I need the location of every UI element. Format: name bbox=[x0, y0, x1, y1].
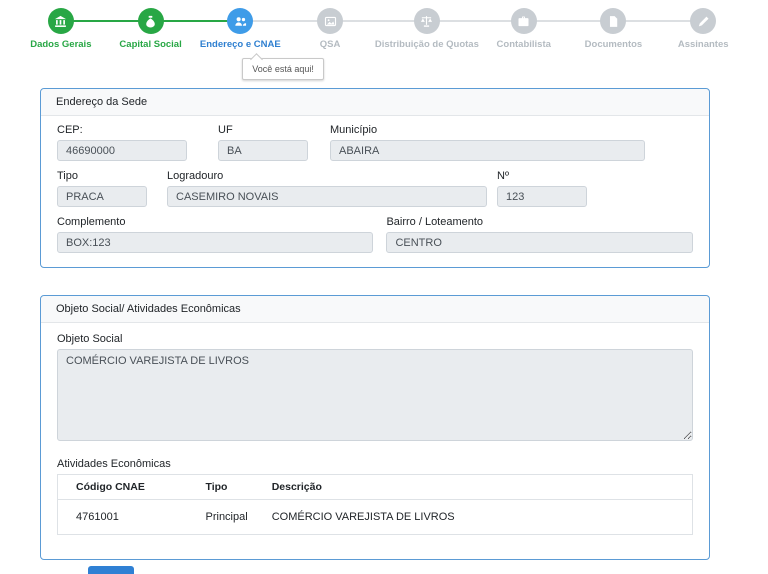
endereco-sede-panel: Endereço da Sede CEP: UF Município T bbox=[40, 88, 710, 268]
panel-title: Objeto Social/ Atividades Econômicas bbox=[41, 296, 709, 323]
step-assinantes[interactable]: Assinantes bbox=[658, 8, 748, 50]
cell-tipo: Principal bbox=[188, 500, 254, 535]
cep-label: CEP: bbox=[57, 124, 187, 136]
signature-icon bbox=[690, 8, 716, 34]
scale-icon bbox=[414, 8, 440, 34]
tipo-input[interactable] bbox=[57, 186, 147, 207]
atividades-label: Atividades Econômicas bbox=[57, 458, 693, 470]
users-icon bbox=[227, 8, 253, 34]
step-capital-social[interactable]: Capital Social bbox=[106, 8, 196, 50]
tipo-label: Tipo bbox=[57, 170, 147, 182]
step-dados-gerais[interactable]: Dados Gerais bbox=[16, 8, 106, 50]
panel-title: Endereço da Sede bbox=[41, 89, 709, 116]
cep-input[interactable] bbox=[57, 140, 187, 161]
bairro-label: Bairro / Loteamento bbox=[386, 216, 693, 228]
cell-descricao: COMÉRCIO VAREJISTA DE LIVROS bbox=[254, 500, 693, 535]
bairro-input[interactable] bbox=[386, 232, 693, 253]
column-header-descricao: Descrição bbox=[254, 475, 693, 500]
step-label: Contabilista bbox=[497, 39, 551, 50]
step-label: Assinantes bbox=[678, 39, 729, 50]
step-distribuicao-quotas[interactable]: Distribuição de Quotas bbox=[375, 8, 479, 50]
table-header-row: Código CNAE Tipo Descrição bbox=[58, 475, 693, 500]
column-header-codigo: Código CNAE bbox=[58, 475, 188, 500]
objeto-social-panel: Objeto Social/ Atividades Econômicas Obj… bbox=[40, 295, 710, 560]
bottom-action-button[interactable] bbox=[88, 566, 134, 574]
uf-input[interactable] bbox=[218, 140, 308, 161]
logradouro-input[interactable] bbox=[167, 186, 487, 207]
step-contabilista[interactable]: Contabilista bbox=[479, 8, 569, 50]
step-label: Dados Gerais bbox=[30, 39, 91, 50]
briefcase-icon bbox=[511, 8, 537, 34]
uf-label: UF bbox=[218, 124, 308, 136]
objeto-social-textarea[interactable]: COMÉRCIO VAREJISTA DE LIVROS bbox=[57, 349, 693, 441]
municipio-label: Município bbox=[330, 124, 645, 136]
complemento-input[interactable] bbox=[57, 232, 373, 253]
column-header-tipo: Tipo bbox=[188, 475, 254, 500]
objeto-social-label: Objeto Social bbox=[57, 333, 693, 345]
document-icon bbox=[600, 8, 626, 34]
step-label: Distribuição de Quotas bbox=[375, 39, 479, 50]
step-label: Endereço e CNAE bbox=[200, 39, 281, 50]
complemento-label: Complemento bbox=[57, 216, 373, 228]
logradouro-label: Logradouro bbox=[167, 170, 487, 182]
cell-codigo-cnae: 4761001 bbox=[58, 500, 188, 535]
step-label: Capital Social bbox=[119, 39, 181, 50]
atividades-table: Código CNAE Tipo Descrição 4761001 Princ… bbox=[57, 474, 693, 535]
step-endereco-cnae[interactable]: Endereço e CNAE Você está aqui! bbox=[195, 8, 285, 50]
image-icon bbox=[317, 8, 343, 34]
table-row: 4761001 Principal COMÉRCIO VAREJISTA DE … bbox=[58, 500, 693, 535]
step-documentos[interactable]: Documentos bbox=[569, 8, 659, 50]
money-bag-icon bbox=[138, 8, 164, 34]
wizard-stepper: Dados Gerais Capital Social Endereço bbox=[16, 8, 748, 50]
step-label: Documentos bbox=[585, 39, 643, 50]
bank-icon bbox=[48, 8, 74, 34]
numero-label: Nº bbox=[497, 170, 587, 182]
numero-input[interactable] bbox=[497, 186, 587, 207]
step-label: QSA bbox=[320, 39, 341, 50]
municipio-input[interactable] bbox=[330, 140, 645, 161]
step-qsa[interactable]: QSA bbox=[285, 8, 375, 50]
registration-wizard-page: Dados Gerais Capital Social Endereço bbox=[0, 0, 768, 574]
you-are-here-tooltip: Você está aqui! bbox=[242, 58, 324, 80]
